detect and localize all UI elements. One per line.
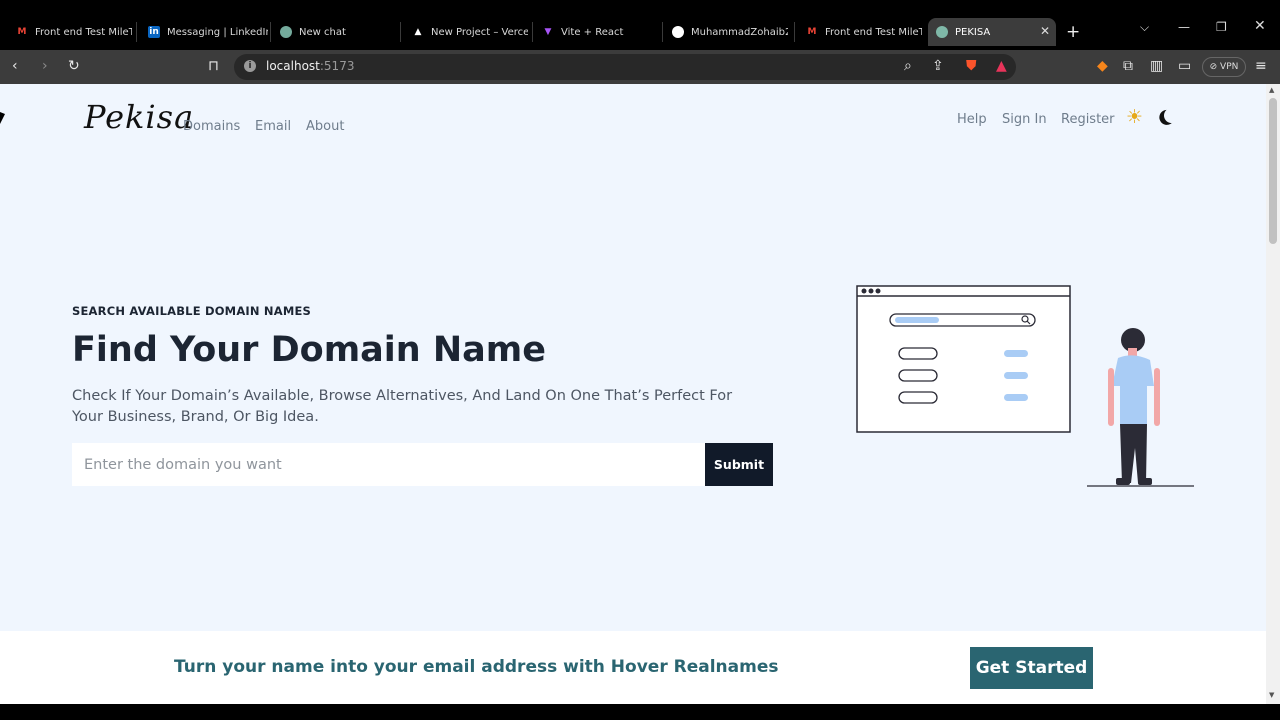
cta-text: Turn your name into your email address w… [174, 657, 779, 677]
tab-label: New chat [299, 26, 346, 38]
gmail-icon: M [17, 27, 27, 37]
get-started-button[interactable]: Get Started [970, 647, 1093, 689]
minimize-icon[interactable]: — [1178, 20, 1190, 34]
cta-band: Turn your name into your email address w… [0, 631, 1266, 704]
site-logo[interactable]: Pekisa [84, 98, 194, 136]
menu-icon[interactable]: ≡ [1255, 58, 1267, 74]
nav-sign-in[interactable]: Sign In [1002, 112, 1047, 127]
wallet-icon[interactable]: ▭ [1178, 58, 1191, 74]
tab-label: PEKISA [955, 26, 991, 38]
browser-tab-bar: M Front end Test MileTa in Messaging | L… [0, 0, 1280, 50]
page-viewport: Pekisa Domains Email About Help Sign In … [0, 84, 1266, 704]
reload-icon[interactable]: ↻ [68, 58, 80, 74]
back-icon[interactable]: ‹ [12, 58, 18, 74]
scrollbar-thumb[interactable] [1269, 98, 1277, 244]
nav-help[interactable]: Help [957, 112, 987, 127]
linkedin-icon: in [148, 26, 160, 38]
address-url: localhost:5173 [266, 59, 355, 73]
browser-tab[interactable]: MuhammadZohaib24 [664, 18, 788, 46]
close-tab-icon[interactable]: ✕ [1040, 24, 1050, 38]
gmail-icon: M [807, 27, 817, 37]
tab-label: Vite + React [561, 26, 624, 38]
address-bar[interactable]: i localhost:5173 ⌕ ⇪ ⛊ ▲ [234, 54, 1016, 80]
browser-tab[interactable]: ▼ Vite + React [534, 18, 658, 46]
browser-tab[interactable]: New chat [272, 18, 396, 46]
sun-icon[interactable]: ☀ [1126, 106, 1143, 128]
tab-label: Messaging | LinkedIn [167, 26, 268, 38]
close-window-icon[interactable]: ✕ [1254, 18, 1266, 34]
nav-register[interactable]: Register [1061, 112, 1115, 127]
browser-tab-active[interactable]: PEKISA ✕ [928, 18, 1056, 46]
nav-email[interactable]: Email [255, 119, 291, 134]
extensions-icon[interactable]: ⧉ [1123, 58, 1133, 74]
browser-tab[interactable]: in Messaging | LinkedIn [140, 18, 268, 46]
moon-icon[interactable] [1162, 106, 1180, 124]
brave-shields-icon[interactable]: ⛊ [966, 58, 977, 74]
browser-toolbar: ‹ › ↻ ⊓ i localhost:5173 ⌕ ⇪ ⛊ ▲ ◆ ⧉ ▥ ▭… [0, 50, 1280, 84]
chatgpt-icon [280, 26, 292, 38]
pekisa-icon [936, 26, 948, 38]
vercel-icon: ▲ [414, 27, 422, 37]
mouse-cursor [0, 112, 5, 124]
nav-domains[interactable]: Domains [183, 119, 240, 134]
bookmark-icon[interactable]: ⊓ [208, 58, 219, 74]
vpn-button[interactable]: ⊘ VPN [1202, 57, 1246, 77]
domain-search-illustration [856, 285, 1194, 487]
browser-tab[interactable]: M Front end Test MileTa [8, 18, 132, 46]
share-icon[interactable]: ⇪ [932, 58, 944, 74]
site-info-icon[interactable]: i [244, 60, 256, 72]
maximize-icon[interactable]: ❐ [1216, 20, 1227, 34]
hero-title: Find Your Domain Name [72, 330, 547, 370]
tab-label: MuhammadZohaib24 [691, 26, 788, 38]
tab-label: New Project – Vercel [431, 26, 528, 38]
zoom-icon[interactable]: ⌕ [904, 58, 912, 74]
browser-tab[interactable]: M Front end Test MileTa [798, 18, 922, 46]
domain-search-input[interactable] [72, 443, 706, 486]
tab-label: Front end Test MileTa [825, 26, 922, 38]
hero-eyebrow: SEARCH AVAILABLE DOMAIN NAMES [72, 304, 312, 318]
submit-button[interactable]: Submit [705, 443, 773, 486]
vite-icon: ▼ [544, 27, 552, 37]
metamask-icon[interactable]: ◆ [1097, 58, 1108, 74]
tab-label: Front end Test MileTa [35, 26, 132, 38]
sidebar-icon[interactable]: ▥ [1150, 58, 1163, 74]
forward-icon[interactable]: › [42, 58, 48, 74]
nav-about[interactable]: About [306, 119, 344, 134]
brave-rewards-icon[interactable]: ▲ [996, 58, 1007, 74]
github-icon [672, 26, 684, 38]
browser-tab[interactable]: ▲ New Project – Vercel [404, 18, 528, 46]
tab-search-icon[interactable]: ⌵ [1140, 20, 1149, 35]
page-scrollbar[interactable]: ▲ ▼ [1266, 84, 1280, 704]
hero-subtitle: Check If Your Domain’s Available, Browse… [72, 388, 733, 425]
new-tab-icon[interactable]: + [1066, 22, 1080, 42]
